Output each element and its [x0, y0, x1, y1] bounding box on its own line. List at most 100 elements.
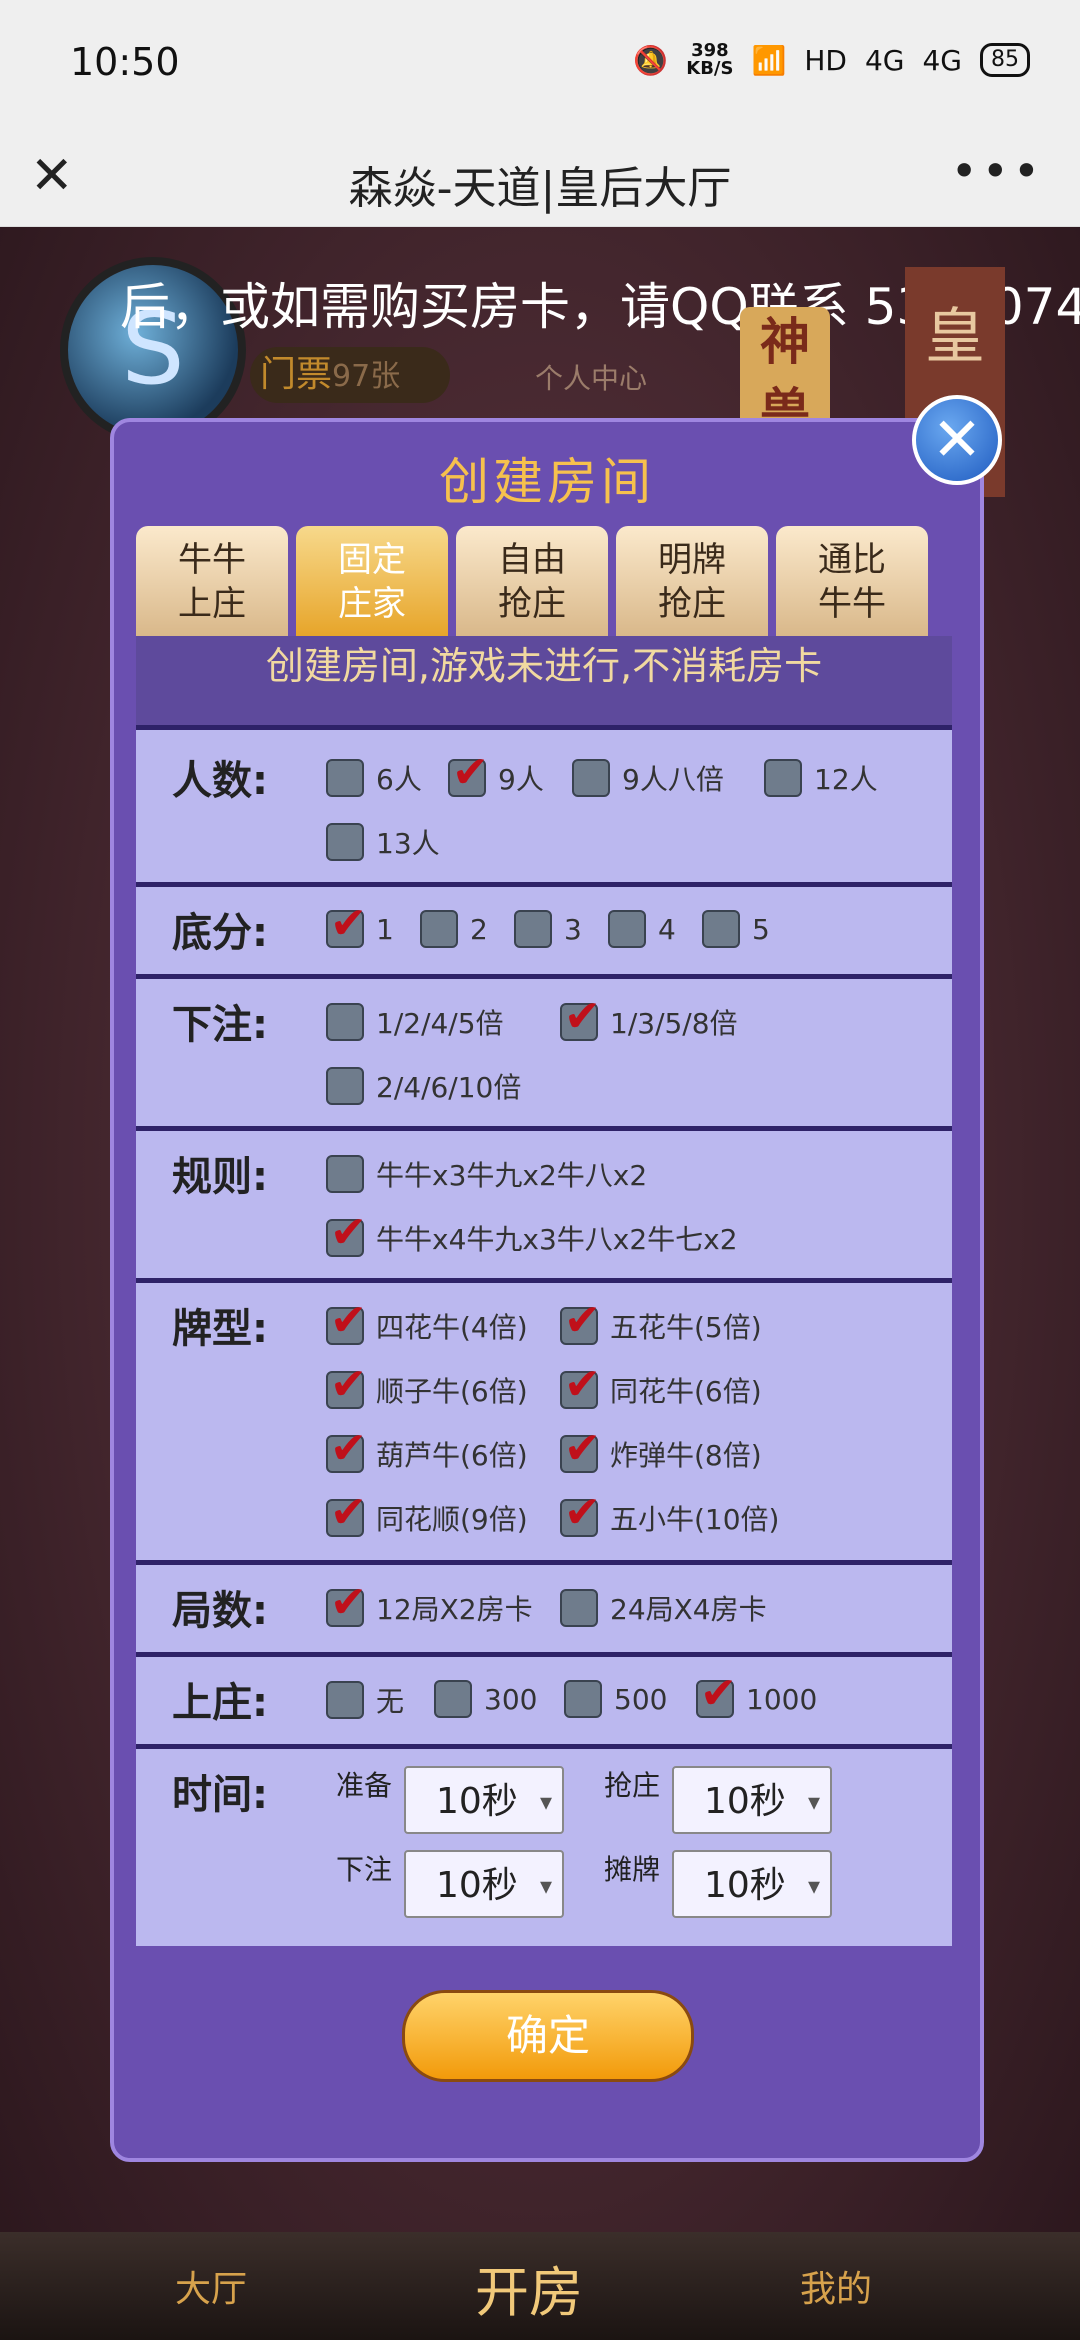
section-rules: 规则: 牛牛x3牛九x2牛八x2 牛牛x4牛九x3牛八x2牛七x2: [136, 1126, 952, 1283]
checkbox[interactable]: [326, 1681, 364, 1719]
bet-opt-2[interactable]: 1/3/5/8倍: [560, 991, 738, 1042]
option-9x8[interactable]: 9人八倍: [572, 758, 724, 798]
card-opt-7[interactable]: 同花顺(9倍): [326, 1487, 528, 1538]
bet-opt-1[interactable]: 1/2/4/5倍: [326, 1002, 504, 1042]
checkbox[interactable]: [326, 1003, 364, 1041]
checkbox[interactable]: [702, 910, 740, 948]
personal-center-label[interactable]: 个人中心: [535, 357, 647, 397]
bottom-nav: 大厅 开房 我的: [0, 2232, 1080, 2340]
ready-select[interactable]: 10秒: [404, 1766, 564, 1836]
checkbox-checked[interactable]: [560, 1359, 601, 1410]
nav-mine[interactable]: 我的: [800, 2260, 872, 2312]
checkbox[interactable]: [434, 1680, 472, 1718]
base-3[interactable]: 3: [514, 910, 582, 948]
wifi-icon: 📶: [751, 43, 787, 77]
checkbox[interactable]: [514, 910, 552, 948]
section-time: 时间: 准备 10秒 抢庄 10秒 下注 10秒 摊牌 10秒: [136, 1744, 952, 1941]
tab-open-grab[interactable]: 明牌 抢庄: [616, 526, 768, 636]
tab-niuniu-banker[interactable]: 牛牛 上庄: [136, 526, 288, 636]
section-banker: 上庄: 无 300 500 1000: [136, 1652, 952, 1749]
dialog-title: 创建房间: [439, 453, 655, 511]
option-13[interactable]: 13人: [326, 822, 440, 862]
rule-opt-2[interactable]: 牛牛x4牛九x3牛八x2牛七x2: [326, 1207, 738, 1258]
banker-label: 上庄:: [172, 1680, 268, 1726]
checkbox-checked[interactable]: [326, 1207, 367, 1258]
base-5[interactable]: 5: [702, 910, 770, 948]
checkbox[interactable]: [420, 910, 458, 948]
checkbox[interactable]: [572, 759, 610, 797]
checkbox[interactable]: [326, 1067, 364, 1105]
checkbox-checked[interactable]: [560, 1295, 601, 1346]
tab-fixed-banker[interactable]: 固定 庄家: [296, 526, 448, 636]
checkbox-checked[interactable]: [560, 1423, 601, 1474]
section-cards: 牌型: 四花牛(4倍) 五花牛(5倍) 顺子牛(6倍) 同花牛(6倍) 葫芦牛(…: [136, 1278, 952, 1565]
more-icon[interactable]: •••: [951, 144, 1044, 198]
card-opt-4[interactable]: 同花牛(6倍): [560, 1359, 762, 1410]
checkbox[interactable]: [326, 823, 364, 861]
confirm-button[interactable]: 确定: [402, 1990, 694, 2082]
checkbox[interactable]: [564, 1680, 602, 1718]
base-4[interactable]: 4: [608, 910, 676, 948]
banker-opt-4[interactable]: 1000: [696, 1668, 817, 1719]
card-opt-6[interactable]: 炸弹牛(8倍): [560, 1423, 762, 1474]
card-opt-3[interactable]: 顺子牛(6倍): [326, 1359, 528, 1410]
bet-opt-3[interactable]: 2/4/6/10倍: [326, 1066, 521, 1106]
create-room-dialog: 创建房间 牛牛 上庄 固定 庄家 自由 抢庄 明牌 抢庄 通比 牛牛 创建房间,游戏未进行…: [110, 418, 984, 2162]
option-6[interactable]: 6人: [326, 758, 422, 798]
section-base: 底分: 1 2 3 4 5: [136, 882, 952, 979]
bet-time-select[interactable]: 10秒: [404, 1850, 564, 1920]
checkbox-checked[interactable]: [696, 1668, 737, 1719]
base-1[interactable]: 1: [326, 898, 394, 949]
rules-label: 规则:: [172, 1154, 268, 1200]
nav-open-room[interactable]: 开房: [475, 2248, 583, 2327]
checkbox-checked[interactable]: [448, 747, 489, 798]
rounds-opt-1[interactable]: 12局X2房卡: [326, 1577, 533, 1628]
mode-tabs: 牛牛 上庄 固定 庄家 自由 抢庄 明牌 抢庄 通比 牛牛: [136, 526, 928, 636]
banker-opt-3[interactable]: 500: [564, 1680, 667, 1718]
checkbox[interactable]: [326, 1155, 364, 1193]
page-title: 森焱-天道|皇后大厅: [348, 163, 732, 214]
checkbox[interactable]: [560, 1589, 598, 1627]
checkbox-checked[interactable]: [326, 1295, 367, 1346]
checkbox-checked[interactable]: [560, 991, 601, 1042]
card-opt-5[interactable]: 葫芦牛(6倍): [326, 1423, 528, 1474]
checkbox[interactable]: [764, 759, 802, 797]
grab-label: 抢庄: [604, 1769, 661, 1802]
rounds-opt-2[interactable]: 24局X4房卡: [560, 1588, 767, 1628]
show-select[interactable]: 10秒: [672, 1850, 832, 1920]
cards-label: 牌型:: [172, 1306, 268, 1352]
banker-opt-2[interactable]: 300: [434, 1680, 537, 1718]
card-opt-2[interactable]: 五花牛(5倍): [560, 1295, 762, 1346]
checkbox[interactable]: [608, 910, 646, 948]
ticket-badge: 门票97张: [250, 347, 450, 403]
base-label: 底分:: [172, 910, 268, 956]
section-bet: 下注: 1/2/4/5倍 1/3/5/8倍 2/4/6/10倍: [136, 974, 952, 1131]
checkbox-checked[interactable]: [560, 1487, 601, 1538]
option-9[interactable]: 9人: [448, 747, 544, 798]
hd-label: HD: [804, 43, 847, 77]
checkbox-checked[interactable]: [326, 1577, 367, 1628]
checkbox-checked[interactable]: [326, 1359, 367, 1410]
status-bar: 10:50 🔕 398 KB/S 📶 HD 4G 4G 85: [0, 0, 1080, 130]
dialog-close-icon[interactable]: ✕: [912, 395, 1002, 485]
section-players: 人数: 6人 9人 9人八倍 12人 13人: [136, 730, 952, 887]
title-bar: ✕ 森焱-天道|皇后大厅 •••: [0, 130, 1080, 227]
nav-hall[interactable]: 大厅: [175, 2260, 247, 2312]
signal2-label: 4G: [922, 43, 962, 77]
checkbox-checked[interactable]: [326, 1423, 367, 1474]
banker-opt-1[interactable]: 无: [326, 1680, 404, 1720]
grab-select[interactable]: 10秒: [672, 1766, 832, 1836]
card-opt-1[interactable]: 四花牛(4倍): [326, 1295, 528, 1346]
checkbox[interactable]: [326, 759, 364, 797]
card-opt-8[interactable]: 五小牛(10倍): [560, 1487, 779, 1538]
show-label: 摊牌: [604, 1853, 661, 1886]
checkbox-checked[interactable]: [326, 898, 367, 949]
option-12[interactable]: 12人: [764, 758, 878, 798]
rule-opt-1[interactable]: 牛牛x3牛九x2牛八x2: [326, 1154, 647, 1194]
mute-icon: 🔕: [633, 43, 669, 77]
section-rounds: 局数: 12局X2房卡 24局X4房卡: [136, 1560, 952, 1657]
tab-tongbi[interactable]: 通比 牛牛: [776, 526, 928, 636]
checkbox-checked[interactable]: [326, 1487, 367, 1538]
base-2[interactable]: 2: [420, 910, 488, 948]
tab-free-grab[interactable]: 自由 抢庄: [456, 526, 608, 636]
